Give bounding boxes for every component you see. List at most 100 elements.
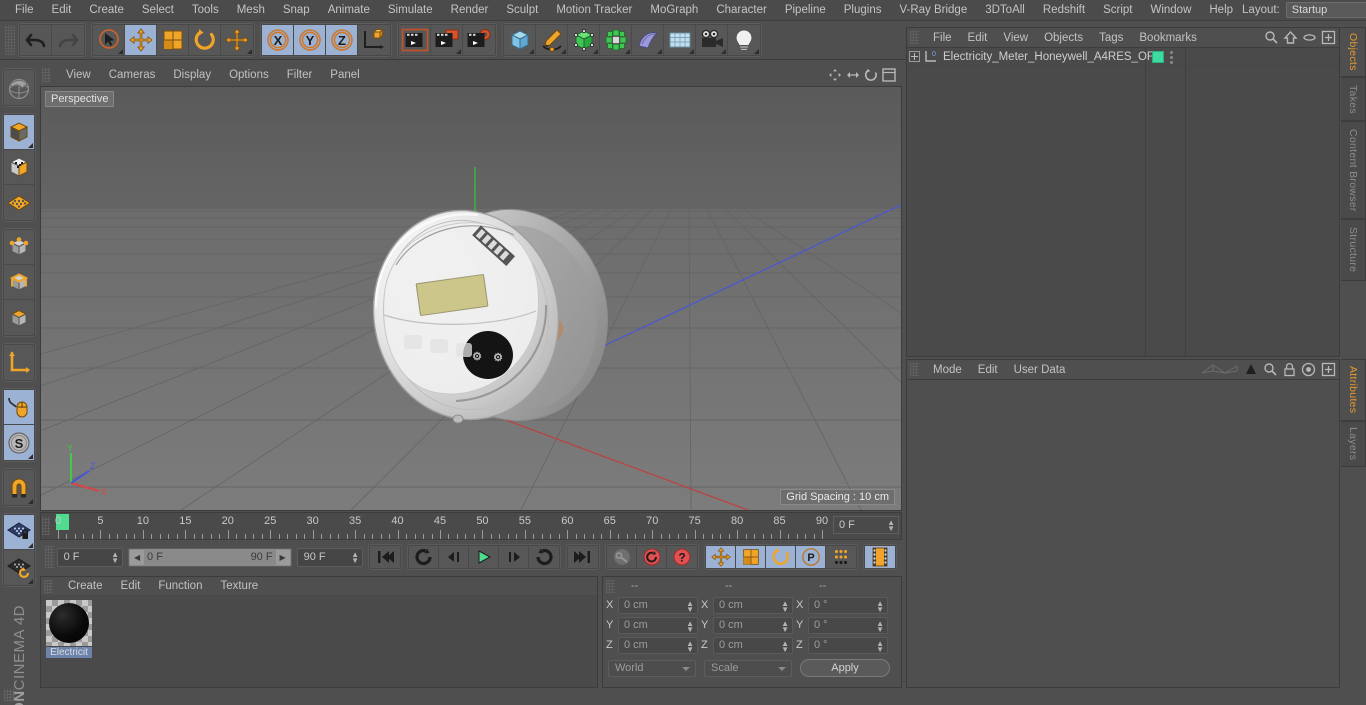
go-to-start-button[interactable] — [370, 546, 401, 568]
add-camera-button[interactable] — [696, 25, 728, 55]
range-right-handle[interactable]: ▶ — [275, 549, 290, 565]
workplane-mode-button[interactable] — [4, 185, 34, 220]
parameter-key-button[interactable]: P — [796, 546, 827, 568]
material-grip[interactable] — [44, 579, 53, 593]
timeline-track[interactable]: 0 5 10 15 20 25 30 35 40 45 50 55 60 65 70 75 80 85 90 — [51, 513, 829, 541]
expand-toggle-icon[interactable] — [909, 51, 920, 62]
polygons-mode-button[interactable] — [4, 300, 34, 335]
object-menu-file[interactable]: File — [925, 32, 960, 44]
object-menu-view[interactable]: View — [995, 32, 1036, 44]
object-tree[interactable]: 0 Electricity_Meter_Honeywell_A4RES_OFF — [907, 47, 1339, 356]
viewport-menu-display[interactable]: Display — [164, 69, 220, 81]
ellipse-icon[interactable] — [1302, 30, 1317, 45]
transform-mode-select[interactable]: Scale — [704, 659, 792, 677]
toolbar-grip[interactable] — [5, 25, 15, 55]
tab-layers[interactable]: Layers — [1341, 421, 1366, 467]
maximize-view-icon[interactable] — [882, 68, 896, 82]
stepper-icon[interactable]: ▲ ▼ — [876, 639, 884, 653]
menu-item-select[interactable]: Select — [133, 0, 183, 21]
menu-item-help[interactable]: Help — [1200, 0, 1242, 21]
stepper-icon[interactable]: ▲ ▼ — [781, 599, 789, 613]
add-floor-button[interactable] — [664, 25, 696, 55]
stepper-icon[interactable]: ▲ ▼ — [111, 550, 119, 564]
attribute-menu-user-data[interactable]: User Data — [1006, 364, 1074, 376]
object-menu-bookmarks[interactable]: Bookmarks — [1131, 32, 1205, 44]
coordinates-grip[interactable] — [606, 579, 615, 593]
lock-y-axis-button[interactable]: Y — [294, 25, 326, 55]
rotate-view-icon[interactable] — [864, 68, 878, 82]
add-light-button[interactable] — [728, 25, 760, 55]
menu-item-pipeline[interactable]: Pipeline — [776, 0, 835, 21]
viewport-menu-cameras[interactable]: Cameras — [100, 69, 165, 81]
material-item[interactable]: Electricit — [46, 600, 94, 658]
lock-x-axis-button[interactable]: X — [262, 25, 294, 55]
rotation-key-button[interactable] — [766, 546, 797, 568]
table-row[interactable]: 0 Electricity_Meter_Honeywell_A4RES_OFF — [907, 48, 1339, 66]
viewport-menu-panel[interactable]: Panel — [321, 69, 368, 81]
tab-attributes[interactable]: Attributes — [1341, 359, 1366, 421]
object-menu-edit[interactable]: Edit — [960, 32, 996, 44]
material-menu-create[interactable]: Create — [59, 580, 112, 592]
menu-item-file[interactable]: File — [6, 0, 43, 21]
timeline-toggle-button[interactable] — [865, 546, 896, 568]
menu-item-vray-bridge[interactable]: V-Ray Bridge — [890, 0, 976, 21]
menu-item-character[interactable]: Character — [707, 0, 776, 21]
viewport-menu-view[interactable]: View — [57, 69, 100, 81]
add-scene-environment-button[interactable] — [632, 25, 664, 55]
size-x-field[interactable]: 0 cm ▲ ▼ — [713, 596, 793, 614]
position-z-field[interactable]: 0 cm ▲ ▼ — [618, 636, 698, 654]
live-selection-tool[interactable] — [93, 25, 125, 55]
stepper-icon[interactable]: ▲ ▼ — [686, 619, 694, 633]
range-left-handle[interactable]: ◀ — [130, 549, 145, 565]
stepper-icon[interactable]: ▲ ▼ — [876, 619, 884, 633]
pan-view-icon[interactable] — [828, 68, 842, 82]
make-editable-button[interactable] — [4, 70, 34, 105]
plus-box-icon[interactable] — [1321, 30, 1336, 45]
add-primitive-cube-button[interactable] — [504, 25, 536, 55]
preview-range-bar[interactable]: ◀ 0 F 90 F ▶ — [128, 547, 292, 567]
menu-item-mograph[interactable]: MoGraph — [641, 0, 707, 21]
status-badge[interactable] — [1152, 51, 1164, 63]
attribute-menu-edit[interactable]: Edit — [970, 364, 1006, 376]
plus-box-icon[interactable] — [1321, 362, 1336, 377]
enable-axis-modification-button[interactable] — [4, 345, 34, 380]
apply-button[interactable]: Apply — [800, 659, 890, 677]
timeline-current-frame-field[interactable]: 0 F ▲ ▼ — [833, 516, 899, 534]
stepper-icon[interactable]: ▲ ▼ — [887, 519, 895, 533]
move-duplicate-tool[interactable] — [221, 25, 253, 55]
points-mode-button[interactable] — [4, 230, 34, 265]
undo-button[interactable] — [20, 25, 52, 55]
stepper-icon[interactable]: ▲ ▼ — [876, 599, 884, 613]
autokeying-button[interactable] — [637, 546, 668, 568]
viewport-menu-filter[interactable]: Filter — [278, 69, 322, 81]
material-menu-edit[interactable]: Edit — [112, 580, 150, 592]
keyframe-selection-button[interactable]: ? — [667, 546, 698, 568]
zoom-view-icon[interactable] — [846, 68, 860, 82]
object-menu-tags[interactable]: Tags — [1091, 32, 1131, 44]
material-menu-texture[interactable]: Texture — [211, 580, 267, 592]
go-to-end-button[interactable] — [568, 546, 599, 568]
add-deformer-button[interactable] — [600, 25, 632, 55]
menu-item-motion-tracker[interactable]: Motion Tracker — [547, 0, 641, 21]
viewport-menu-options[interactable]: Options — [220, 69, 278, 81]
menu-item-animate[interactable]: Animate — [319, 0, 379, 21]
tab-objects[interactable]: Objects — [1341, 27, 1366, 77]
stepper-icon[interactable]: ▲ ▼ — [686, 599, 694, 613]
current-frame-field[interactable]: 0 F ▲ ▼ — [56, 547, 124, 567]
viewport-solo-button[interactable] — [4, 390, 34, 425]
world-object-coord-button[interactable] — [358, 25, 390, 55]
lock-workplane-button[interactable] — [4, 515, 34, 550]
tab-takes[interactable]: Takes — [1341, 77, 1366, 121]
menu-item-sculpt[interactable]: Sculpt — [497, 0, 547, 21]
position-x-field[interactable]: 0 cm ▲ ▼ — [618, 596, 698, 614]
scale-tool[interactable] — [157, 25, 189, 55]
stepper-icon[interactable]: ▲ ▼ — [686, 639, 694, 653]
history-wave-icon[interactable] — [1201, 362, 1239, 377]
size-y-field[interactable]: 0 cm ▲ ▼ — [713, 616, 793, 634]
timeline-grip[interactable] — [42, 517, 50, 535]
pla-key-button[interactable] — [826, 546, 857, 568]
material-list[interactable]: Electricit — [41, 595, 597, 687]
rotation-z-field[interactable]: 0 ° ▲ ▼ — [808, 636, 888, 654]
position-key-button[interactable] — [706, 546, 737, 568]
magnet-tool-button[interactable] — [4, 470, 34, 505]
